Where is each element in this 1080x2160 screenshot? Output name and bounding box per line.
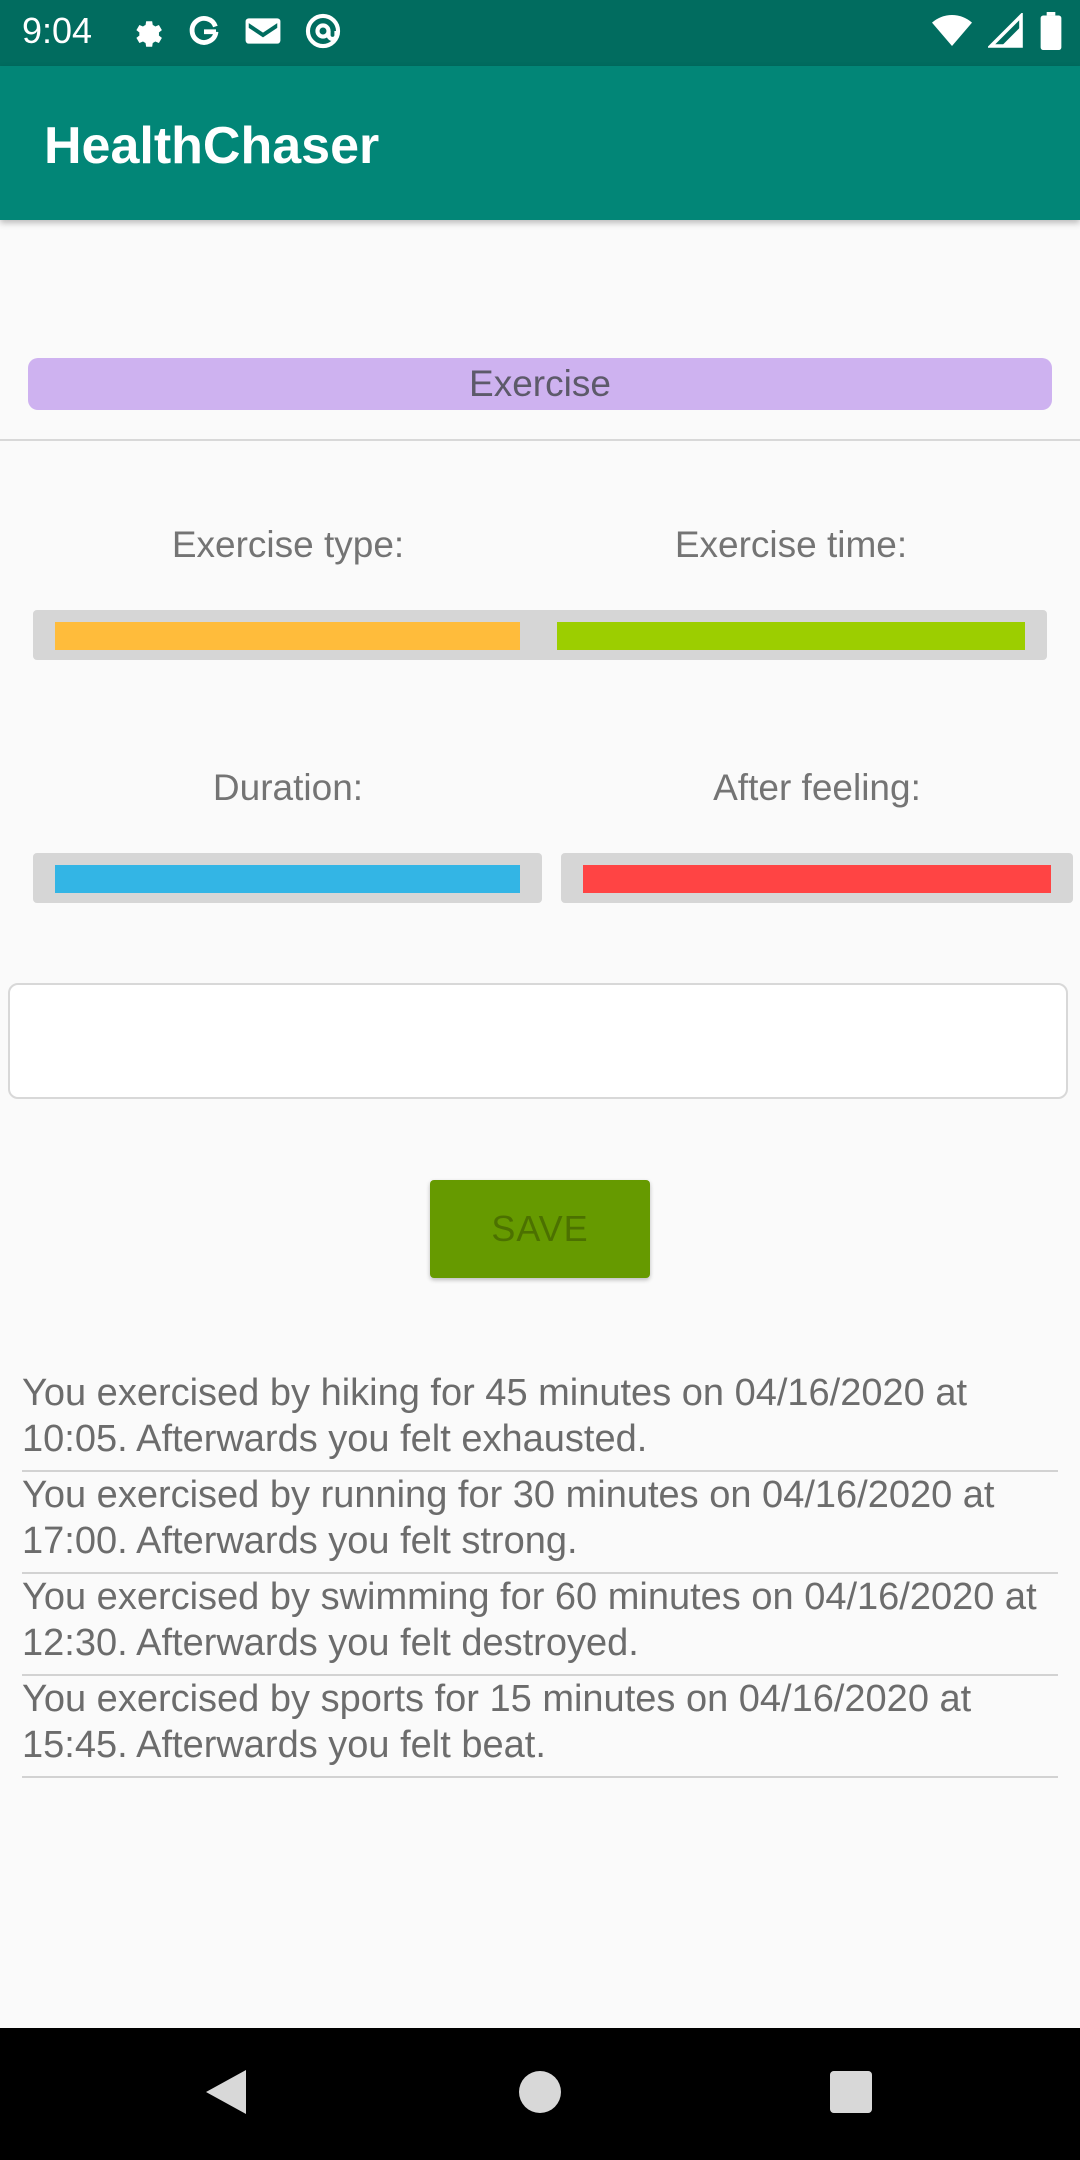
list-item[interactable]: You exercised by hiking for 45 minutes o… [22, 1370, 1058, 1472]
home-icon [518, 2070, 562, 2119]
settings-icon [128, 13, 164, 54]
section-divider [0, 439, 1080, 441]
app-bar: HealthChaser [0, 66, 1080, 220]
back-icon [204, 2068, 248, 2121]
at-sign-icon [304, 12, 342, 55]
exercise-time-label: Exercise time: [674, 524, 908, 565]
exercise-log-list: You exercised by hiking for 45 minutes o… [22, 1370, 1058, 1778]
duration-spinner[interactable] [55, 865, 520, 893]
tab-exercise-label: Exercise [469, 363, 611, 404]
system-icons [932, 11, 1062, 55]
recents-icon [830, 2070, 872, 2118]
recents-button[interactable] [771, 2028, 931, 2160]
list-item[interactable]: You exercised by sports for 15 minutes o… [22, 1676, 1058, 1778]
list-item[interactable]: You exercised by running for 30 minutes … [22, 1472, 1058, 1574]
wifi-icon [932, 14, 972, 53]
status-time: 9:04 [22, 10, 93, 51]
after-feeling-spinner[interactable] [583, 865, 1051, 893]
battery-icon [1040, 12, 1062, 55]
notification-icons [128, 12, 342, 55]
exercise-type-spinner[interactable] [55, 622, 520, 650]
note-input[interactable] [8, 983, 1068, 1099]
home-button[interactable] [460, 2028, 620, 2160]
exercise-time-picker[interactable] [557, 622, 1025, 650]
signal-icon [986, 11, 1024, 54]
after-feeling-label: After feeling: [713, 767, 921, 808]
gmail-icon [244, 15, 282, 52]
status-bar: 9:04 [0, 0, 1080, 66]
google-icon [186, 13, 222, 54]
duration-label: Duration: [212, 767, 364, 808]
list-item[interactable]: You exercised by swimming for 60 minutes… [22, 1574, 1058, 1676]
back-button[interactable] [146, 2028, 306, 2160]
tab-exercise[interactable]: Exercise [28, 358, 1052, 410]
exercise-type-label: Exercise type: [171, 524, 405, 565]
navigation-bar [0, 2028, 1080, 2160]
save-button[interactable]: SAVE [430, 1180, 650, 1278]
app-title: HealthChaser [44, 117, 380, 175]
